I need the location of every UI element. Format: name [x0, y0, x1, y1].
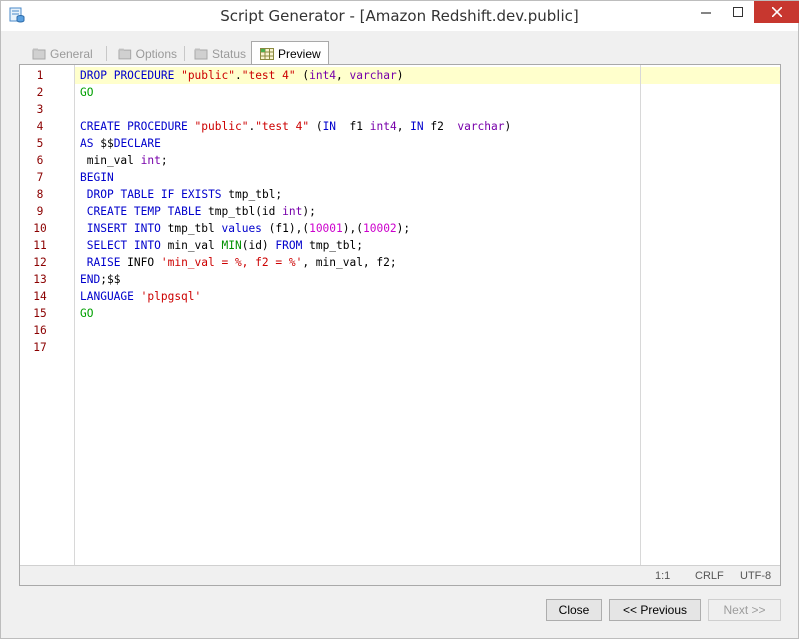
code-area[interactable]: DROP PROCEDURE "public"."test 4" (int4, … — [75, 65, 640, 565]
editor-status-bar: 1:1 CRLF UTF-8 — [20, 565, 780, 585]
line-number: 7 — [36, 171, 44, 184]
tab-general[interactable]: General — [21, 43, 107, 64]
tab-status-label: Status — [212, 46, 247, 61]
code-line: AS $$DECLARE — [80, 137, 161, 150]
code-line: RAISE INFO 'min_val = %, f2 = %', min_va… — [86, 256, 397, 269]
code-line: min_val int; — [80, 154, 168, 167]
line-number: 2 — [36, 86, 44, 99]
code-line: CREATE PROCEDURE "public"."test 4" (IN f… — [80, 120, 512, 133]
code-line: GO — [80, 86, 94, 99]
code-line: DROP TABLE IF EXISTS tmp_tbl; — [86, 188, 283, 201]
line-number: 5 — [36, 137, 44, 150]
code-line: SELECT INTO min_val MIN(id) FROM tmp_tbl… — [86, 239, 363, 252]
line-number: 1 — [36, 69, 44, 82]
previous-button[interactable]: << Previous — [609, 599, 701, 621]
tab-preview-label: Preview — [278, 46, 321, 61]
line-number: 3 — [36, 103, 44, 116]
code-line: CREATE TEMP TABLE tmp_tbl(id int); — [86, 205, 316, 218]
tab-preview[interactable]: Preview — [251, 41, 329, 65]
line-number: 14 — [33, 290, 47, 303]
tab-status[interactable]: Status — [183, 43, 251, 64]
tab-strip: General Options Status Preview — [21, 41, 781, 65]
minimize-button[interactable] — [691, 1, 721, 23]
sql-preview-editor[interactable]: 1 2 3 4 5 6 7 8 9 10 11 12 13 14 15 16 1… — [19, 64, 781, 586]
code-line: BEGIN — [80, 171, 114, 184]
code-line: INSERT INTO tmp_tbl values (f1),(10001),… — [86, 222, 411, 235]
line-number: 13 — [33, 273, 47, 286]
cursor-position: 1:1 — [655, 570, 671, 582]
next-button[interactable]: Next >> — [708, 599, 781, 621]
close-icon — [771, 7, 782, 17]
right-margin-line — [640, 65, 641, 565]
window-title: Script Generator - [Amazon Redshift.dev.… — [220, 7, 579, 25]
close-window-button[interactable] — [754, 1, 799, 23]
code-line: END;$$ — [80, 273, 121, 286]
tab-options[interactable]: Options — [107, 43, 185, 64]
maximize-icon — [733, 7, 743, 17]
tab-general-label: General — [50, 46, 93, 61]
line-number-gutter: 1 2 3 4 5 6 7 8 9 10 11 12 13 14 15 16 1… — [20, 65, 75, 565]
line-number: 17 — [33, 341, 47, 354]
title-bar[interactable]: Script Generator - [Amazon Redshift.dev.… — [1, 1, 799, 31]
encoding: UTF-8 — [740, 570, 772, 582]
line-number: 4 — [36, 120, 44, 133]
grid-preview-icon — [260, 47, 274, 60]
code-line: DROP PROCEDURE "public"."test 4" (int4, … — [80, 69, 404, 82]
code-line: GO — [80, 307, 94, 320]
line-number: 8 — [36, 188, 44, 201]
line-ending: CRLF — [695, 570, 724, 582]
options-icon — [118, 48, 132, 59]
line-number: 15 — [33, 307, 47, 320]
general-icon — [32, 48, 46, 59]
maximize-button[interactable] — [723, 1, 753, 23]
code-line: LANGUAGE 'plpgsql' — [80, 290, 202, 303]
line-number: 16 — [33, 324, 47, 337]
line-number: 6 — [36, 154, 44, 167]
status-icon — [194, 48, 208, 59]
close-button[interactable]: Close — [546, 599, 602, 621]
line-number: 11 — [33, 239, 47, 252]
line-number: 12 — [33, 256, 47, 269]
minimize-icon — [701, 12, 711, 14]
tab-options-label: Options — [135, 46, 177, 61]
line-number: 9 — [36, 205, 44, 218]
line-number: 10 — [33, 222, 47, 235]
script-generator-window: Script Generator - [Amazon Redshift.dev.… — [0, 0, 799, 639]
